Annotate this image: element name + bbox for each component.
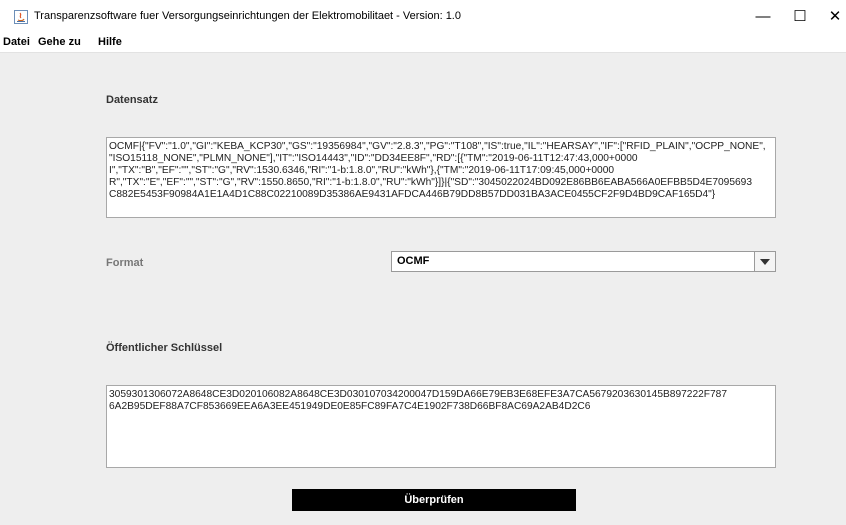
verify-button[interactable]: Überprüfen bbox=[292, 489, 576, 511]
window-title: Transparenzsoftware fuer Versorgungseinr… bbox=[34, 10, 461, 22]
menu-gehe-zu[interactable]: Gehe zu bbox=[38, 36, 81, 48]
public-key-line: 6A2B95DEF88A7CF853669EEA6A3EE451949DE0E8… bbox=[109, 401, 591, 412]
datensatz-label: Datensatz bbox=[106, 94, 158, 106]
datensatz-line: I","TX":"B","EF":"","ST":"G","RV":1530.6… bbox=[109, 165, 615, 176]
menu-datei[interactable]: Datei bbox=[3, 36, 30, 48]
menu-hilfe[interactable]: Hilfe bbox=[98, 36, 122, 48]
datensatz-line: R","TX":"E","EF":"","ST":"G","RV":1550.8… bbox=[109, 177, 752, 188]
datensatz-line: C882E5453F90984A1E1A4D1C88C02210089D3538… bbox=[109, 189, 716, 200]
format-label: Format bbox=[106, 257, 144, 269]
java-app-icon bbox=[14, 10, 28, 24]
chevron-down-icon[interactable] bbox=[754, 252, 775, 271]
format-select[interactable]: OCMF bbox=[391, 251, 776, 272]
public-key-textarea[interactable]: 3059301306072A8648CE3D020106082A8648CE3D… bbox=[106, 385, 776, 468]
window-titlebar: Transparenzsoftware fuer Versorgungseinr… bbox=[0, 0, 846, 32]
datensatz-line: "ISO15118_NONE","PLMN_NONE"],"IT":"ISO14… bbox=[109, 153, 638, 164]
menu-bar: Datei Gehe zu Hilfe bbox=[0, 32, 846, 53]
format-selected-value: OCMF bbox=[397, 255, 430, 267]
public-key-label: Öffentlicher Schlüssel bbox=[106, 342, 223, 354]
close-button[interactable]: ✕ bbox=[812, 0, 846, 32]
datensatz-textarea[interactable]: OCMF|{"FV":"1.0","GI":"KEBA_KCP30","GS":… bbox=[106, 137, 776, 218]
public-key-line: 3059301306072A8648CE3D020106082A8648CE3D… bbox=[109, 389, 728, 400]
datensatz-line: OCMF|{"FV":"1.0","GI":"KEBA_KCP30","GS":… bbox=[109, 141, 766, 152]
